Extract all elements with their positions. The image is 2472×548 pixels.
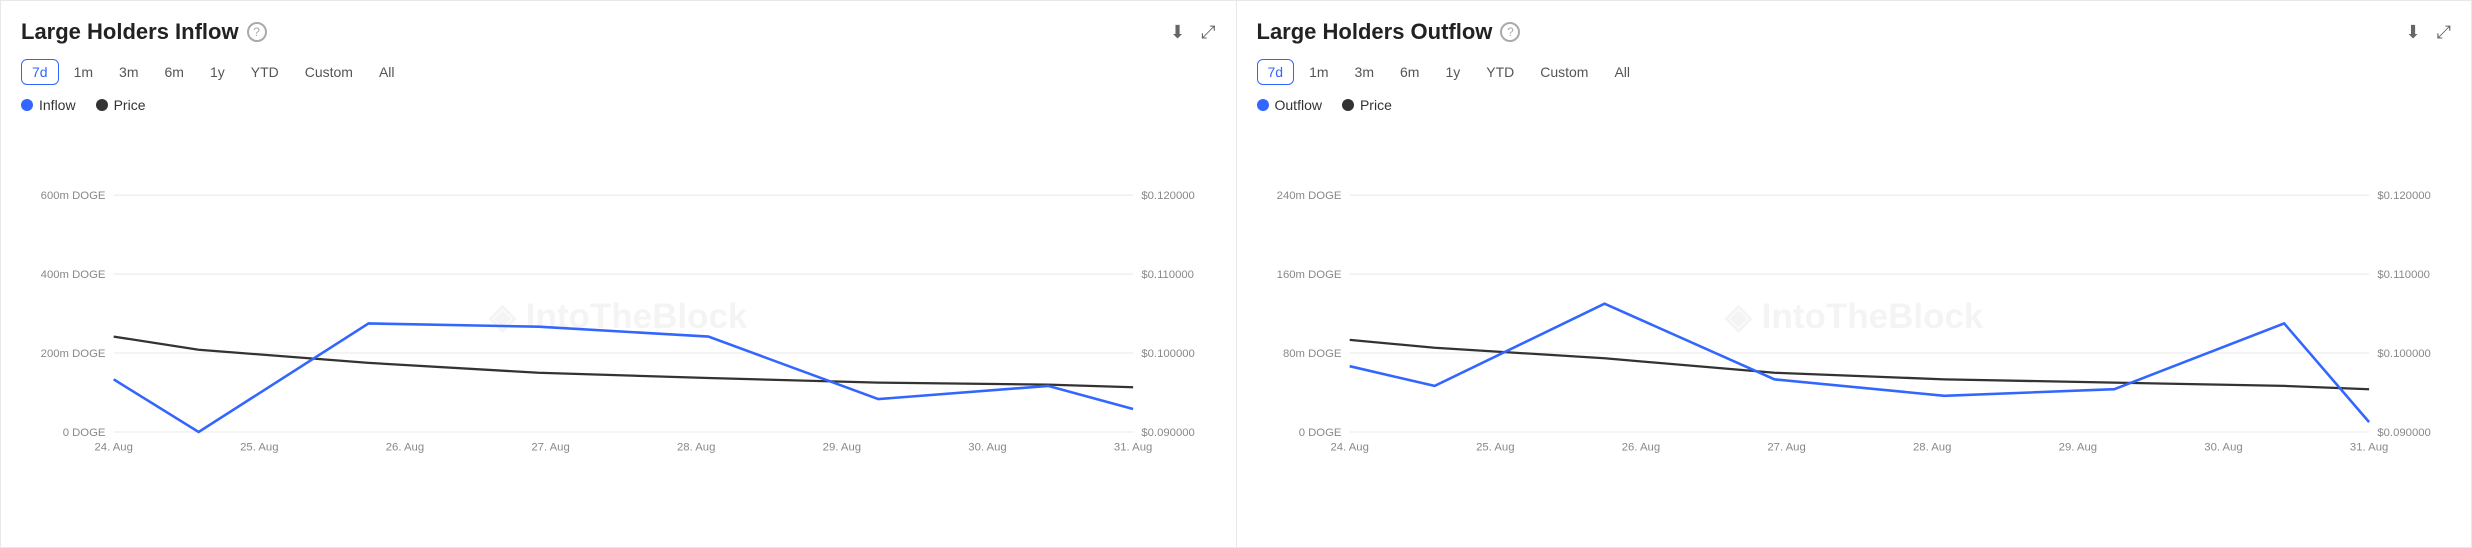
chart-area: 600m DOGE 400m DOGE 200m DOGE 0 DOGE $0.120…	[21, 121, 1216, 537]
svg-text:$0.090000: $0.090000	[1141, 427, 1194, 439]
expand-icon[interactable]: ⤢	[2437, 22, 2451, 43]
legend-dot-blue	[1257, 99, 1269, 111]
svg-text:24. Aug: 24. Aug	[94, 442, 132, 454]
svg-text:600m DOGE: 600m DOGE	[41, 190, 106, 202]
panel-header: Large Holders Outflow ? ⬇ ⤢	[1257, 19, 2452, 45]
title-row: Large Holders Inflow ?	[21, 19, 267, 45]
time-btn-7d[interactable]: 7d	[21, 59, 59, 85]
chart-svg: 240m DOGE 160m DOGE 80m DOGE 0 DOGE $0.1200…	[1257, 121, 2452, 537]
svg-text:240m DOGE: 240m DOGE	[1276, 190, 1341, 202]
svg-text:$0.110000: $0.110000	[2377, 269, 2430, 281]
svg-text:$0.090000: $0.090000	[2377, 427, 2430, 439]
svg-text:$0.100000: $0.100000	[2377, 348, 2430, 360]
panel-title: Large Holders Inflow	[21, 19, 239, 45]
download-icon[interactable]: ⬇	[1170, 22, 1185, 43]
legend: Outflow Price	[1257, 97, 2452, 113]
time-btn-3m[interactable]: 3m	[1344, 59, 1385, 85]
help-icon[interactable]: ?	[1500, 22, 1520, 42]
svg-text:$0.120000: $0.120000	[1141, 190, 1194, 202]
svg-text:24. Aug: 24. Aug	[1330, 442, 1368, 454]
svg-text:$0.120000: $0.120000	[2377, 190, 2430, 202]
main-line	[114, 323, 1133, 432]
legend-item-price: Price	[1342, 97, 1392, 113]
chart-area: 240m DOGE 160m DOGE 80m DOGE 0 DOGE $0.1200…	[1257, 121, 2452, 537]
svg-text:$0.110000: $0.110000	[1141, 269, 1194, 281]
chart-svg: 600m DOGE 400m DOGE 200m DOGE 0 DOGE $0.120…	[21, 121, 1216, 537]
svg-text:26. Aug: 26. Aug	[386, 442, 424, 454]
time-btn-1m[interactable]: 1m	[1298, 59, 1339, 85]
price-line	[114, 337, 1133, 388]
svg-text:160m DOGE: 160m DOGE	[1276, 269, 1341, 281]
svg-text:31. Aug: 31. Aug	[2349, 442, 2387, 454]
time-btn-1y[interactable]: 1y	[1434, 59, 1471, 85]
time-btn-3m[interactable]: 3m	[108, 59, 149, 85]
time-btn-6m[interactable]: 6m	[1389, 59, 1430, 85]
svg-text:29. Aug: 29. Aug	[2058, 442, 2096, 454]
svg-text:30. Aug: 30. Aug	[968, 442, 1006, 454]
svg-text:31. Aug: 31. Aug	[1114, 442, 1152, 454]
time-btn-all[interactable]: All	[1603, 59, 1641, 85]
svg-text:0 DOGE: 0 DOGE	[63, 427, 106, 439]
time-filters: 7d1m3m6m1yYTDCustomAll	[1257, 59, 2452, 85]
title-row: Large Holders Outflow ?	[1257, 19, 1521, 45]
legend-item-price: Price	[96, 97, 146, 113]
legend-label-1: Inflow	[39, 97, 76, 113]
svg-text:30. Aug: 30. Aug	[2204, 442, 2242, 454]
time-btn-ytd[interactable]: YTD	[240, 59, 290, 85]
legend: Inflow Price	[21, 97, 1216, 113]
svg-text:200m DOGE: 200m DOGE	[41, 348, 106, 360]
legend-label-1: Outflow	[1275, 97, 1322, 113]
download-icon[interactable]: ⬇	[2406, 22, 2421, 43]
time-btn-custom[interactable]: Custom	[294, 59, 364, 85]
legend-dot-blue	[21, 99, 33, 111]
svg-text:26. Aug: 26. Aug	[1621, 442, 1659, 454]
time-filters: 7d1m3m6m1yYTDCustomAll	[21, 59, 1216, 85]
time-btn-6m[interactable]: 6m	[153, 59, 194, 85]
svg-text:25. Aug: 25. Aug	[240, 442, 278, 454]
legend-dot-price	[96, 99, 108, 111]
svg-text:28. Aug: 28. Aug	[677, 442, 715, 454]
panel-actions: ⬇ ⤢	[1170, 22, 1216, 43]
panel-actions: ⬇ ⤢	[2406, 22, 2452, 43]
legend-dot-price	[1342, 99, 1354, 111]
time-btn-7d[interactable]: 7d	[1257, 59, 1295, 85]
legend-label-2: Price	[114, 97, 146, 113]
legend-item-blue: Outflow	[1257, 97, 1322, 113]
time-btn-ytd[interactable]: YTD	[1475, 59, 1525, 85]
time-btn-custom[interactable]: Custom	[1529, 59, 1599, 85]
price-line	[1349, 340, 2368, 389]
chart-panel-outflow: Large Holders Outflow ? ⬇ ⤢ 7d1m3m6m1yYT…	[1237, 0, 2472, 548]
legend-label-2: Price	[1360, 97, 1392, 113]
time-btn-1y[interactable]: 1y	[199, 59, 236, 85]
svg-text:28. Aug: 28. Aug	[1913, 442, 1951, 454]
svg-text:80m DOGE: 80m DOGE	[1282, 348, 1341, 360]
svg-text:29. Aug: 29. Aug	[823, 442, 861, 454]
chart-panel-inflow: Large Holders Inflow ? ⬇ ⤢ 7d1m3m6m1yYTD…	[0, 0, 1237, 548]
svg-text:$0.100000: $0.100000	[1141, 348, 1194, 360]
legend-item-blue: Inflow	[21, 97, 76, 113]
svg-text:◈ IntoTheBlock: ◈ IntoTheBlock	[1724, 297, 1984, 336]
svg-text:27. Aug: 27. Aug	[531, 442, 569, 454]
svg-text:0 DOGE: 0 DOGE	[1298, 427, 1341, 439]
time-btn-all[interactable]: All	[368, 59, 406, 85]
expand-icon[interactable]: ⤢	[1201, 22, 1215, 43]
svg-text:400m DOGE: 400m DOGE	[41, 269, 106, 281]
svg-text:25. Aug: 25. Aug	[1476, 442, 1514, 454]
panel-header: Large Holders Inflow ? ⬇ ⤢	[21, 19, 1216, 45]
svg-text:27. Aug: 27. Aug	[1767, 442, 1805, 454]
help-icon[interactable]: ?	[247, 22, 267, 42]
panel-title: Large Holders Outflow	[1257, 19, 1493, 45]
time-btn-1m[interactable]: 1m	[63, 59, 104, 85]
